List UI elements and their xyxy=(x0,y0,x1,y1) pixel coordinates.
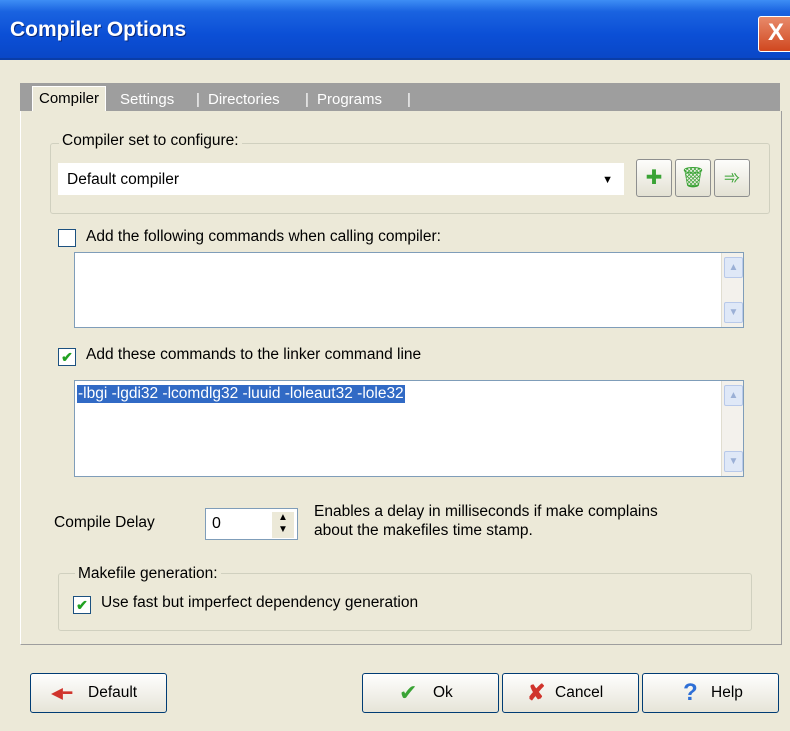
help-button-label: Help xyxy=(711,684,743,701)
compiler-set-value: Default compiler xyxy=(67,171,179,188)
compiler-set-label: Compiler set to configure: xyxy=(59,132,242,150)
plus-icon: ✚ xyxy=(645,167,663,189)
rename-arrow-icon: ➾ xyxy=(723,167,741,189)
add-compiler-set-button[interactable]: ✚ xyxy=(636,159,672,197)
compiler-options-dialog: Compiler Options X Compiler Settings | D… xyxy=(0,0,790,731)
makefile-group-label: Makefile generation: xyxy=(75,565,221,583)
title-bar[interactable]: Compiler Options X xyxy=(0,0,790,60)
help-button[interactable]: ? Help xyxy=(642,673,779,713)
spin-buttons[interactable]: ▲ ▼ xyxy=(271,511,295,539)
tab-separator: | xyxy=(407,91,411,108)
compile-delay-value: 0 xyxy=(212,515,221,532)
linker-commands-value: -lbgi -lgdi32 -lcomdlg32 -luuid -loleaut… xyxy=(77,385,405,403)
compile-delay-spinner[interactable]: 0 ▲ ▼ xyxy=(205,508,298,540)
question-mark-icon: ? xyxy=(683,679,698,706)
compiler-set-dropdown[interactable]: Default compiler ▼ xyxy=(58,163,624,195)
tab-separator: | xyxy=(196,91,200,108)
compile-delay-label: Compile Delay xyxy=(54,514,155,531)
tab-programs[interactable]: Programs xyxy=(317,88,382,111)
fast-dependency-label: Use fast but imperfect dependency genera… xyxy=(101,594,419,611)
fast-dependency-checkbox[interactable]: ✔ xyxy=(73,596,91,614)
tab-separator: | xyxy=(305,91,309,108)
scroll-up-icon[interactable]: ▲ xyxy=(724,385,743,406)
scroll-down-icon[interactable]: ▼ xyxy=(724,451,743,472)
cancel-button-label: Cancel xyxy=(555,684,604,701)
tab-compiler[interactable]: Compiler xyxy=(32,86,107,112)
cancel-button[interactable]: ✘ Cancel xyxy=(502,673,639,713)
delete-compiler-set-button[interactable]: 🗑 xyxy=(675,159,711,197)
ok-button[interactable]: ✔ Ok xyxy=(362,673,499,713)
rename-compiler-set-button[interactable]: ➾ xyxy=(714,159,750,197)
chevron-down-icon: ▼ xyxy=(602,174,613,186)
scroll-up-icon[interactable]: ▲ xyxy=(724,257,743,278)
compile-delay-help-line2: about the makefiles time stamp. xyxy=(314,522,533,539)
checkmark-icon: ✔ xyxy=(399,680,418,705)
close-button[interactable]: X xyxy=(758,16,790,52)
linker-commands-checkbox[interactable]: ✔ xyxy=(58,348,76,366)
tab-settings[interactable]: Settings xyxy=(120,88,174,111)
compiler-commands-scrollbar[interactable]: ▲ ▼ xyxy=(721,253,743,327)
arrow-left-icon: ◀━ xyxy=(51,685,73,702)
scroll-down-icon[interactable]: ▼ xyxy=(724,302,743,323)
default-button[interactable]: ◀━ Default xyxy=(30,673,167,713)
compiler-commands-checkbox[interactable] xyxy=(58,229,76,247)
compile-delay-help-line1: Enables a delay in milliseconds if make … xyxy=(314,503,658,520)
compiler-commands-label: Add the following commands when calling … xyxy=(86,228,441,245)
linker-commands-textarea[interactable]: -lbgi -lgdi32 -lcomdlg32 -luuid -loleaut… xyxy=(74,380,744,477)
compiler-commands-textarea[interactable]: ▲ ▼ xyxy=(74,252,744,328)
close-icon: X xyxy=(767,19,784,46)
tab-directories[interactable]: Directories xyxy=(208,88,280,111)
default-button-label: Default xyxy=(88,684,138,701)
linker-commands-scrollbar[interactable]: ▲ ▼ xyxy=(721,381,743,476)
cross-icon: ✘ xyxy=(527,680,546,705)
ok-button-label: Ok xyxy=(433,684,453,701)
trash-icon: 🗑 xyxy=(680,167,706,189)
tab-strip: Compiler Settings | Directories | Progra… xyxy=(20,83,780,112)
linker-commands-label: Add these commands to the linker command… xyxy=(86,346,422,363)
window-title: Compiler Options xyxy=(10,18,187,41)
